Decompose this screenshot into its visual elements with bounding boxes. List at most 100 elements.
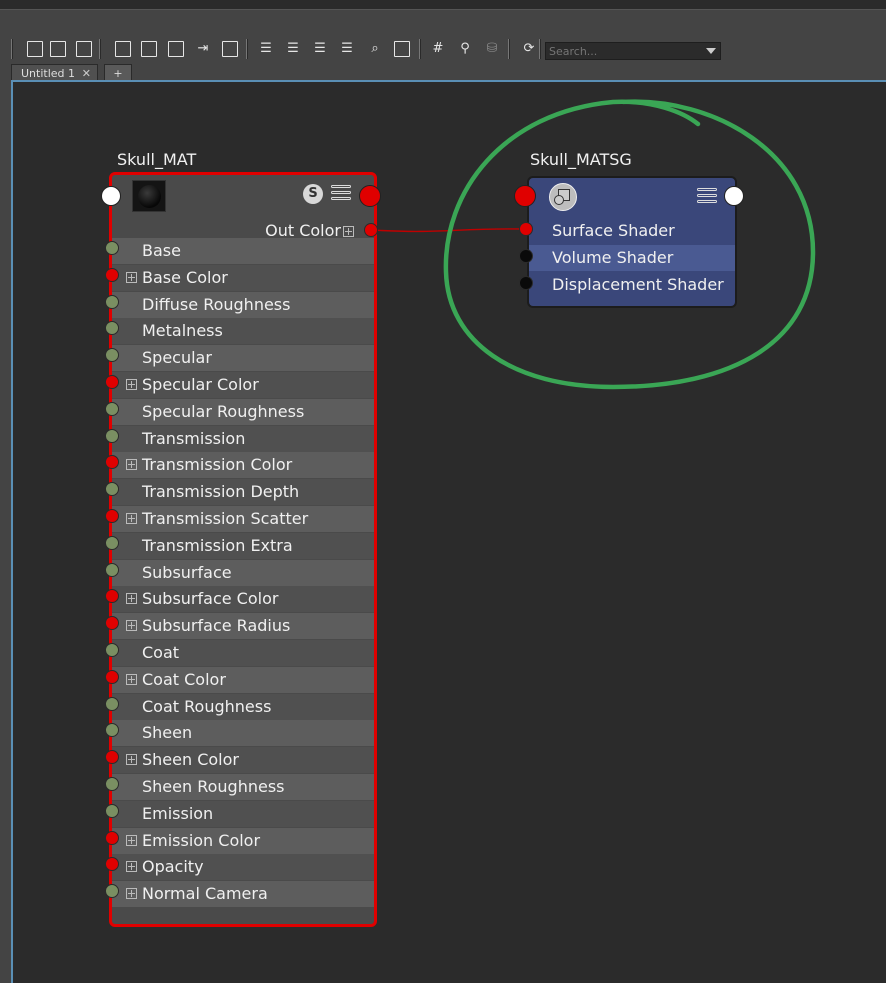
lock-icon[interactable]: ⛁ [484, 41, 500, 57]
graph-layout-icon[interactable] [168, 41, 184, 57]
attribute-row[interactable]: Normal Camera [112, 881, 374, 908]
shading-group-attribute-row[interactable]: Surface Shader [529, 218, 735, 244]
snap-to-grid-icon[interactable]: ⚲ [457, 41, 473, 57]
expand-icon[interactable] [126, 620, 137, 632]
shading-group-input-port[interactable] [514, 185, 536, 207]
attribute-row[interactable]: Transmission Scatter [112, 506, 374, 532]
attribute-row[interactable]: Transmission Color [112, 452, 374, 479]
attribute-row[interactable]: Opacity [112, 854, 374, 881]
attribute-row[interactable]: Emission Color [112, 827, 374, 854]
attribute-input-port[interactable] [105, 669, 119, 684]
frame-all-icon[interactable] [115, 41, 131, 57]
toolbar-separator [99, 39, 101, 59]
material-node[interactable]: S Out Color Base Base Color Diffuse Roughn… [109, 172, 377, 927]
attribute-row[interactable]: Base Color [112, 264, 374, 291]
expand-icon[interactable] [126, 271, 137, 283]
attribute-row[interactable]: Diffuse Roughness [112, 291, 374, 318]
expand-icon[interactable] [126, 513, 137, 524]
output-connections-icon[interactable] [76, 41, 92, 57]
shading-group-attribute-row[interactable]: Displacement Shader [529, 272, 735, 298]
refresh-icon[interactable]: ⟳ [521, 41, 537, 57]
add-selected-icon[interactable] [222, 41, 238, 57]
material-output-port[interactable] [359, 185, 381, 207]
expand-icon[interactable] [126, 861, 137, 873]
attribute-label: Emission [142, 803, 214, 823]
attribute-label: Specular Color [142, 375, 259, 394]
attribute-row[interactable]: Coat Color [112, 666, 374, 693]
toolbar-separator [508, 39, 510, 59]
attribute-row[interactable]: Subsurface [112, 559, 374, 586]
attribute-row[interactable]: Specular Color [112, 372, 374, 398]
search-field[interactable] [545, 42, 721, 60]
shading-group-input-port[interactable] [519, 222, 533, 236]
swatch-toggle-icon[interactable] [394, 41, 410, 57]
attribute-input-port[interactable] [105, 803, 119, 818]
align-nodes-icon[interactable]: ⇥ [195, 41, 211, 57]
custom-mode-icon[interactable]: ☰ [339, 41, 355, 57]
attribute-row[interactable]: Emission [112, 800, 374, 827]
search-input[interactable] [546, 43, 701, 59]
attribute-input-port[interactable] [105, 428, 119, 443]
toolbar-separator [246, 39, 248, 59]
simple-mode-icon[interactable]: ☰ [258, 41, 274, 57]
attribute-label: Coat [142, 643, 180, 662]
attribute-input-port[interactable] [105, 375, 119, 389]
expand-icon[interactable] [343, 226, 354, 237]
attribute-row[interactable]: Subsurface Radius [112, 613, 374, 640]
attribute-row[interactable]: Transmission Depth [112, 479, 374, 506]
attribute-input-port[interactable] [105, 830, 119, 845]
attribute-input-port[interactable] [105, 643, 119, 657]
attribute-row[interactable]: Sheen Color [112, 747, 374, 774]
shading-group-input-port[interactable] [519, 276, 533, 290]
attribute-row[interactable]: Sheen [112, 720, 374, 747]
chevron-down-icon[interactable] [706, 48, 716, 54]
search-icon[interactable]: ⌕ [367, 41, 383, 57]
expand-icon[interactable] [126, 888, 137, 900]
grid-icon[interactable]: # [430, 41, 446, 57]
node-editor-canvas[interactable]: Skull_MAT S Out Color Base Base Color Diff… [11, 80, 886, 983]
attribute-row[interactable]: Transmission [112, 425, 374, 452]
attribute-input-port[interactable] [105, 509, 119, 523]
attribute-row[interactable]: Coat Roughness [112, 693, 374, 720]
frame-selected-icon[interactable] [141, 41, 157, 57]
attribute-row[interactable]: Metalness [112, 318, 374, 345]
material-input-port[interactable] [101, 186, 121, 206]
attribute-row[interactable]: Sheen Roughness [112, 774, 374, 800]
attribute-row[interactable]: Subsurface Color [112, 586, 374, 613]
input-output-connections-icon[interactable] [50, 41, 66, 57]
shading-group-node[interactable]: Surface Shader Volume Shader Displacement … [527, 176, 737, 308]
expand-icon[interactable] [126, 593, 137, 605]
material-node-header[interactable]: S Out Color [112, 175, 374, 240]
attribute-row[interactable]: Coat [112, 640, 374, 666]
full-mode-icon[interactable]: ☰ [312, 41, 328, 57]
attribute-input-port[interactable] [105, 267, 119, 282]
expand-icon[interactable] [126, 379, 137, 390]
attribute-input-port[interactable] [105, 777, 119, 791]
s-badge-icon[interactable]: S [303, 184, 323, 204]
shading-group-node-title[interactable]: Skull_MATSG [530, 150, 632, 169]
attribute-input-port[interactable] [105, 696, 119, 711]
menu-icon[interactable] [697, 188, 717, 206]
attribute-input-port[interactable] [105, 241, 119, 255]
menu-icon[interactable] [331, 185, 351, 203]
attribute-input-port[interactable] [105, 401, 119, 416]
attribute-input-port[interactable] [105, 562, 119, 577]
attribute-row[interactable]: Specular [112, 345, 374, 372]
shading-group-attribute-row[interactable]: Volume Shader [529, 245, 735, 271]
attribute-row[interactable]: Base [112, 238, 374, 264]
attribute-row[interactable]: Specular Roughness [112, 398, 374, 425]
shading-group-input-port[interactable] [519, 249, 533, 263]
attribute-input-port[interactable] [105, 535, 119, 550]
expand-icon[interactable] [126, 834, 137, 846]
shading-group-output-port[interactable] [724, 186, 744, 206]
expand-icon[interactable] [126, 754, 137, 766]
attribute-label: Surface Shader [552, 221, 675, 240]
expand-icon[interactable] [126, 673, 137, 685]
out-color-port[interactable] [364, 223, 378, 237]
material-node-title[interactable]: Skull_MAT [117, 150, 196, 169]
attribute-row[interactable]: Transmission Extra Roughness [112, 532, 374, 581]
expand-icon[interactable] [126, 459, 137, 471]
connected-mode-icon[interactable]: ☰ [285, 41, 301, 57]
input-connections-icon[interactable] [27, 41, 43, 57]
attribute-input-port[interactable] [105, 294, 119, 309]
